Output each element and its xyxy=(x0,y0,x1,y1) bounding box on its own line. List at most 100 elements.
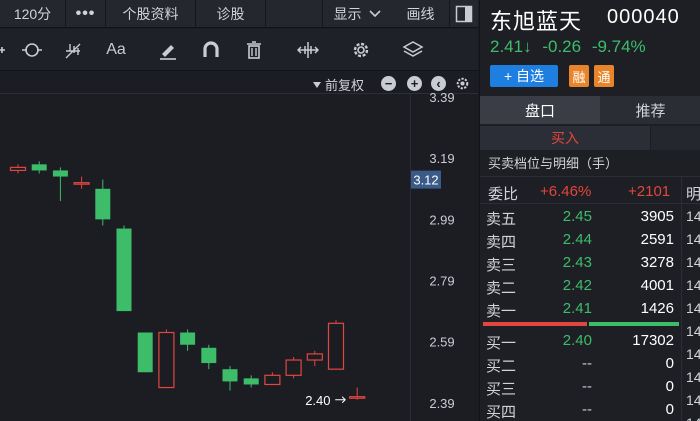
level-volume: 3905 xyxy=(640,208,674,225)
level-price: -- xyxy=(582,378,592,395)
stock-info-button[interactable]: 个股资料 xyxy=(106,0,196,28)
candle-body xyxy=(180,332,196,345)
fork-icon[interactable] xyxy=(61,38,85,62)
range-select-icon[interactable] xyxy=(0,38,18,62)
low-price-marker: 2.40 xyxy=(305,393,330,408)
margin-trading-badge: 融 xyxy=(569,65,589,87)
level-price: 2.41 xyxy=(562,300,592,317)
candle-body xyxy=(95,188,111,220)
trash-icon[interactable] xyxy=(242,38,266,62)
level-label: 卖三 xyxy=(486,257,517,274)
tab-pankou[interactable]: 盘口 xyxy=(480,96,600,124)
quote-panel: 东旭蓝天 000040 2.41↓ -0.26 -9.74% + 自选 融 通 … xyxy=(479,0,700,421)
level-volume: 0 xyxy=(665,355,674,372)
chevron-down-icon xyxy=(368,9,381,17)
diagnose-button[interactable]: 诊股 xyxy=(196,0,266,28)
trade-row-extra xyxy=(650,126,700,150)
candle-body xyxy=(73,182,90,185)
detail-time-cell: 14 xyxy=(686,323,700,339)
price-change: -0.26 xyxy=(542,37,582,56)
layers-icon[interactable] xyxy=(401,38,425,62)
candle-body xyxy=(158,331,175,389)
y-tick-label: 2.79 xyxy=(429,274,454,289)
bid-row[interactable]: 买一 2.40 17302 xyxy=(480,329,680,352)
level-price: 2.42 xyxy=(562,277,592,294)
more-button[interactable]: ••• xyxy=(66,0,106,28)
level-volume: 4001 xyxy=(640,277,674,294)
level-volume: 3278 xyxy=(640,254,674,271)
y-tick-label: 2.59 xyxy=(429,335,454,350)
level-volume: 1426 xyxy=(640,300,674,317)
candle-body xyxy=(306,353,323,361)
drawing-toolbar: Aa xyxy=(0,29,478,71)
y-tick-label: 3.19 xyxy=(429,151,454,166)
level-volume: 2591 xyxy=(640,231,674,248)
draw-line-button[interactable]: 画线 xyxy=(392,0,450,28)
candle-body xyxy=(222,369,238,382)
current-price-label: 3.12 xyxy=(413,173,438,188)
kline-chart-area[interactable]: 前复权 − + ‹ 3.39 3.19 2.99 2.79 2.59 2.39 3.12 2.… xyxy=(0,72,478,421)
pen-icon[interactable] xyxy=(156,38,180,62)
candle-body xyxy=(116,228,132,312)
y-tick-label: 2.99 xyxy=(429,212,454,227)
level-price: 2.44 xyxy=(562,231,592,248)
ask-row[interactable]: 卖一 2.41 1426 xyxy=(480,297,680,320)
trade-row: 买入 xyxy=(480,126,700,150)
stock-name: 东旭蓝天 xyxy=(490,9,583,34)
order-ratio-pct: +6.46% xyxy=(540,183,592,200)
price-change-pct: -9.74% xyxy=(591,37,646,56)
tab-tuijian[interactable]: 推荐 xyxy=(600,96,700,124)
candle-body xyxy=(243,378,259,385)
cursor-crosshair-icon[interactable] xyxy=(20,38,44,62)
ask-row[interactable]: 卖三 2.43 3278 xyxy=(480,251,680,274)
low-marker-arrow-icon xyxy=(335,396,346,404)
level-volume: 0 xyxy=(665,401,674,418)
detail-time-cell: 14 xyxy=(686,231,700,247)
level-price: 2.40 xyxy=(562,332,592,349)
candle-body xyxy=(31,164,47,171)
candle-body xyxy=(9,166,27,172)
stock-code: 000040 xyxy=(607,6,680,28)
detail-time-cell: 14 xyxy=(686,254,700,270)
level-label: 卖五 xyxy=(486,211,517,228)
ask-row[interactable]: 卖四 2.44 2591 xyxy=(480,228,680,251)
panel-toggle-icon[interactable] xyxy=(450,0,478,28)
candle-body xyxy=(137,332,153,373)
level-price: -- xyxy=(582,401,592,418)
detail-time-cell: 14 xyxy=(686,300,700,316)
kline-chart: 3.39 3.19 2.99 2.79 2.59 2.39 3.12 2.40 xyxy=(9,90,455,411)
detail-time-cell: 14 xyxy=(686,369,700,385)
level-label: 买二 xyxy=(486,358,517,375)
connect-badge: 通 xyxy=(594,65,614,87)
magnet-icon[interactable] xyxy=(199,38,223,62)
period-selector[interactable]: 120分 xyxy=(0,0,66,28)
display-dropdown[interactable]: 显示 xyxy=(322,0,392,28)
level-price: 2.43 xyxy=(562,254,592,271)
candle-body xyxy=(327,322,345,370)
bid-row[interactable]: 买四 -- 0 xyxy=(480,398,680,421)
ask-row[interactable]: 卖二 2.42 4001 xyxy=(480,274,680,297)
level-label: 卖一 xyxy=(486,303,517,320)
order-ratio-label: 委比 xyxy=(488,186,519,203)
level-price: 2.45 xyxy=(562,208,592,225)
settings-icon[interactable] xyxy=(349,38,373,62)
detail-time-cell: 14 xyxy=(686,346,700,362)
bid-row[interactable]: 买三 -- 0 xyxy=(480,375,680,398)
trade-detail-column: 14 14 14 14 14 14 14 14 14 14 xyxy=(681,176,700,421)
y-tick-label: 3.39 xyxy=(429,90,454,105)
depth-title: 买卖档位与明细（手） xyxy=(488,156,619,171)
move-icon[interactable] xyxy=(296,38,320,62)
level-price: -- xyxy=(582,355,592,372)
buy-button[interactable]: 买入 xyxy=(480,126,650,150)
candle-body xyxy=(201,347,217,364)
top-bar: 120分 ••• 个股资料 诊股 显示 画线 xyxy=(0,0,478,28)
text-icon[interactable]: Aa xyxy=(104,38,128,62)
bid-row[interactable]: 买二 -- 0 xyxy=(480,352,680,375)
bid-ask-ratio-bar xyxy=(483,322,679,326)
level-volume: 17302 xyxy=(632,332,674,349)
ask-row[interactable]: 卖五 2.45 3905 xyxy=(480,205,680,228)
add-to-watchlist-button[interactable]: + 自选 xyxy=(490,65,558,87)
level-label: 卖二 xyxy=(486,280,517,297)
candle-body xyxy=(52,170,68,177)
order-ratio-row: 委比 +6.46% +2101 明 xyxy=(480,176,700,204)
